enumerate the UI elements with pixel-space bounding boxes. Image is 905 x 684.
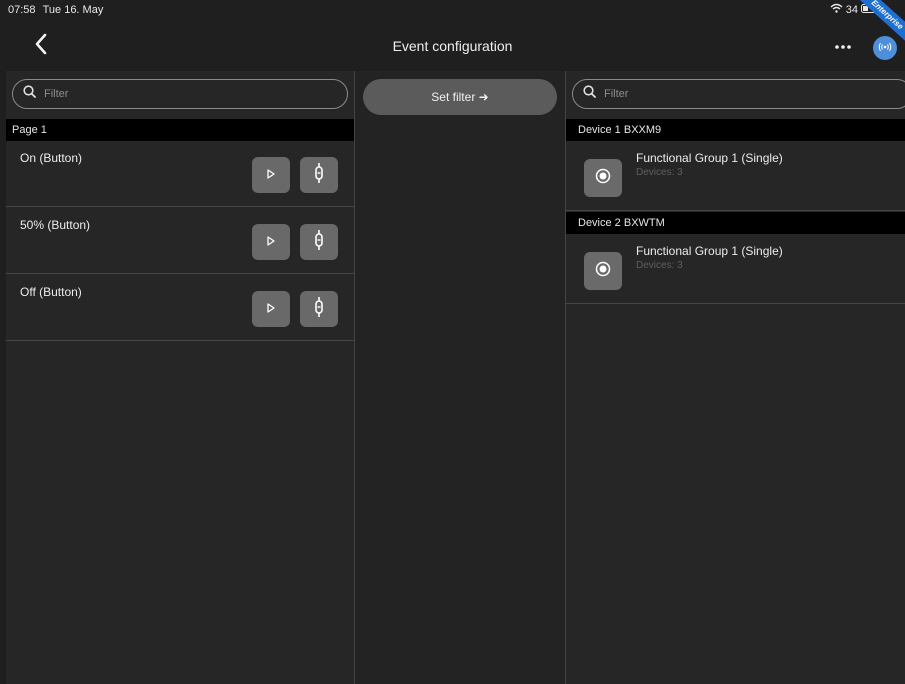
- search-icon: [23, 85, 36, 103]
- battery-level: 34: [845, 3, 858, 16]
- event-row[interactable]: On (Button): [6, 141, 354, 207]
- status-date: Tue 16. May: [42, 4, 104, 16]
- set-filter-button[interactable]: Set filter ➜: [363, 79, 557, 115]
- play-icon: [266, 233, 276, 251]
- radio-target-icon: [595, 261, 611, 282]
- functional-group-row[interactable]: Functional Group 1 (Single) Devices: 3: [566, 141, 905, 211]
- radio-target-icon: [595, 168, 611, 189]
- link-event-button[interactable]: [300, 291, 338, 327]
- group-title: Functional Group 1 (Single): [636, 151, 783, 165]
- page-section-header: Page 1: [6, 119, 354, 141]
- status-clock: 07:58: [8, 4, 36, 16]
- wifi-icon: [830, 3, 843, 16]
- connector-icon: [314, 229, 324, 255]
- status-time: 07:58 Tue 16. May: [8, 4, 103, 16]
- play-icon: [266, 166, 276, 184]
- play-button[interactable]: [252, 291, 290, 327]
- functional-group-row[interactable]: Functional Group 1 (Single) Devices: 3: [566, 234, 905, 304]
- play-button[interactable]: [252, 224, 290, 260]
- filter-placeholder: Filter: [44, 88, 69, 100]
- filter-placeholder: Filter: [604, 88, 629, 100]
- devices-filter-input[interactable]: Filter: [572, 79, 905, 109]
- broadcast-icon: [878, 39, 892, 57]
- group-device-count: Devices: 3: [636, 167, 683, 178]
- link-event-button[interactable]: [300, 224, 338, 260]
- event-row[interactable]: Off (Button): [6, 275, 354, 341]
- play-icon: [266, 300, 276, 318]
- event-label: 50% (Button): [20, 218, 91, 232]
- group-select-button[interactable]: [584, 252, 622, 290]
- connector-icon: [314, 296, 324, 322]
- event-row[interactable]: 50% (Button): [6, 208, 354, 274]
- navigation-bar: Event configuration: [0, 20, 905, 70]
- group-device-count: Devices: 3: [636, 260, 683, 271]
- search-icon: [583, 85, 596, 103]
- play-button[interactable]: [252, 157, 290, 193]
- app-screen: 07:58 Tue 16. May 34 Enterprise Event co…: [0, 0, 905, 684]
- device-section-header: Device 1 BXXM9: [566, 119, 905, 141]
- events-filter-input[interactable]: Filter: [12, 79, 348, 109]
- group-title: Functional Group 1 (Single): [636, 244, 783, 258]
- event-label: On (Button): [20, 151, 83, 165]
- connection-status-button[interactable]: [873, 36, 897, 60]
- devices-panel: Filter Device 1 BXXM9 Functional Group 1…: [566, 71, 905, 684]
- link-event-button[interactable]: [300, 157, 338, 193]
- events-panel: Filter Page 1 On (Button) 50% (Button) O…: [6, 71, 354, 684]
- connector-icon: [314, 162, 324, 188]
- group-select-button[interactable]: [584, 159, 622, 197]
- event-label: Off (Button): [20, 285, 82, 299]
- device-section-header: Device 2 BXWTM: [566, 212, 905, 234]
- filter-action-panel: Set filter ➜: [355, 71, 565, 684]
- more-options-button[interactable]: [830, 34, 856, 56]
- page-title: Event configuration: [392, 38, 513, 54]
- status-bar: 07:58 Tue 16. May 34 Enterprise: [0, 0, 905, 45]
- more-horizontal-icon: [835, 36, 851, 54]
